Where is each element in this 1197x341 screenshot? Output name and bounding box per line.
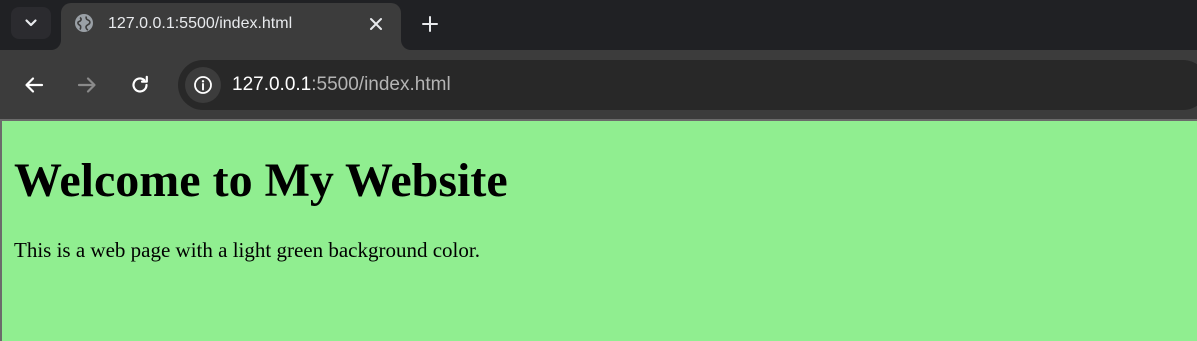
arrow-right-icon bbox=[76, 74, 98, 96]
page-heading: Welcome to My Website bbox=[14, 154, 508, 207]
reload-icon bbox=[129, 74, 151, 96]
chevron-down-icon bbox=[23, 15, 39, 31]
plus-icon bbox=[421, 15, 439, 33]
tab-search-button[interactable] bbox=[11, 7, 51, 39]
tab-strip: 127.0.0.1:5500/index.html bbox=[0, 0, 1197, 50]
browser-window: 127.0.0.1:5500/index.html 127.0.0.1:5500… bbox=[0, 0, 1197, 341]
close-icon bbox=[369, 17, 383, 31]
globe-icon bbox=[74, 13, 94, 33]
forward-button[interactable] bbox=[73, 71, 101, 99]
url-text[interactable]: 127.0.0.1:5500/index.html bbox=[232, 74, 451, 96]
new-tab-button[interactable] bbox=[416, 10, 444, 38]
tab-title: 127.0.0.1:5500/index.html bbox=[108, 15, 293, 32]
close-tab-button[interactable] bbox=[364, 12, 388, 36]
url-path: :5500/index.html bbox=[311, 74, 451, 95]
active-tab[interactable]: 127.0.0.1:5500/index.html bbox=[61, 3, 401, 50]
address-bar[interactable]: 127.0.0.1:5500/index.html bbox=[178, 60, 1197, 110]
url-host: 127.0.0.1 bbox=[232, 74, 312, 95]
browser-toolbar: 127.0.0.1:5500/index.html bbox=[0, 50, 1197, 119]
info-icon bbox=[193, 75, 213, 95]
site-info-button[interactable] bbox=[185, 67, 221, 103]
reload-button[interactable] bbox=[126, 71, 154, 99]
arrow-left-icon bbox=[23, 74, 45, 96]
page-viewport: Welcome to My Website This is a web page… bbox=[0, 119, 1197, 341]
back-button[interactable] bbox=[20, 71, 48, 99]
page-paragraph: This is a web page with a light green ba… bbox=[14, 238, 480, 262]
